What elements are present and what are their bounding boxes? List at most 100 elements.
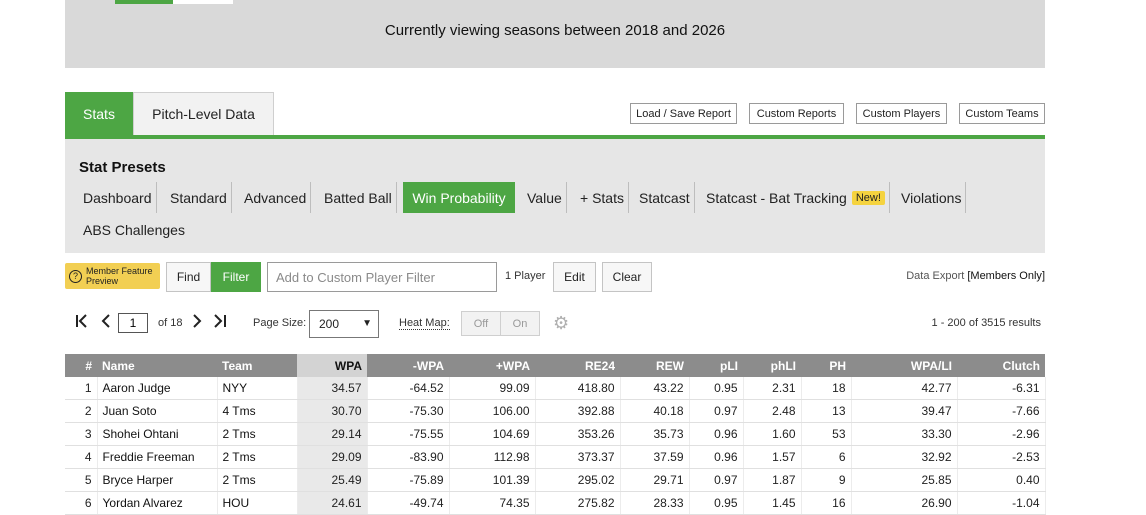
custom-player-filter-input[interactable] — [267, 262, 497, 292]
stats-table: # Name Team WPA -WPA +WPA RE24 REW pLI p… — [65, 354, 1046, 515]
col-header-wpa[interactable]: WPA — [297, 354, 367, 377]
cell-plus-wpa: 104.69 — [449, 422, 536, 446]
table-row[interactable]: 4 Freddie Freeman 2 Tms 29.09 -83.90 112.98 37… — [65, 445, 1046, 469]
current-page-input[interactable] — [118, 313, 148, 333]
data-export: Data Export [Members Only] — [906, 270, 1045, 282]
help-icon: ? — [69, 269, 82, 283]
cell-wpa-li: 33.30 — [851, 422, 958, 446]
col-header-rew[interactable]: REW — [620, 354, 689, 377]
col-header-rank[interactable]: # — [65, 354, 97, 377]
col-header-ph[interactable]: PH — [801, 354, 851, 377]
cell-phli: 1.57 — [743, 445, 802, 469]
preset-violations[interactable]: Violations — [897, 182, 967, 213]
cell-re24: 353.26 — [535, 422, 621, 446]
cell-pli: 0.97 — [689, 468, 744, 492]
cell-ph: 9 — [801, 468, 852, 492]
cell-name[interactable]: Bryce Harper — [97, 468, 218, 492]
clear-button[interactable]: Clear — [602, 262, 652, 292]
preset-standard[interactable]: Standard — [166, 182, 232, 213]
heat-map-on-button[interactable]: On — [500, 311, 540, 336]
tab-stats[interactable]: Stats — [65, 92, 133, 135]
season-range-text: Currently viewing seasons between 2018 a… — [384, 22, 726, 39]
members-only-link[interactable]: Members Only — [970, 270, 1042, 282]
table-row[interactable]: 6 Yordan Alvarez HOU 24.61 -49.74 74.35 275.82… — [65, 491, 1046, 515]
edit-button[interactable]: Edit — [553, 262, 596, 292]
banner-tab-inactive[interactable] — [173, 0, 233, 4]
cell-wpa-li: 25.85 — [851, 468, 958, 492]
member-feature-preview-text: Member Feature Preview — [86, 266, 153, 286]
custom-players-button[interactable]: Custom Players — [856, 103, 947, 124]
preset-statcast-bat-tracking[interactable]: Statcast - Bat Tracking New! — [702, 182, 890, 213]
cell-rew: 29.71 — [620, 468, 690, 492]
member-feature-preview-badge[interactable]: ? Member Feature Preview — [65, 263, 160, 289]
col-header-re24[interactable]: RE24 — [535, 354, 620, 377]
custom-reports-button[interactable]: Custom Reports — [749, 103, 844, 124]
cell-rew: 28.33 — [620, 491, 690, 515]
col-header-pli[interactable]: pLI — [689, 354, 743, 377]
cell-name[interactable]: Aaron Judge — [97, 377, 218, 400]
cell-wpa: 30.70 — [297, 399, 368, 423]
table-row[interactable]: 3 Shohei Ohtani 2 Tms 29.14 -75.55 104.69 353.… — [65, 422, 1046, 446]
prev-page-icon[interactable] — [100, 313, 112, 334]
season-banner: Currently viewing seasons between 2018 a… — [65, 0, 1045, 68]
cell-team[interactable]: NYY — [217, 377, 298, 400]
col-header-wpa-li[interactable]: WPA/LI — [851, 354, 957, 377]
member-badge-line2: Preview — [86, 276, 119, 286]
custom-teams-button[interactable]: Custom Teams — [959, 103, 1045, 124]
first-page-icon[interactable] — [75, 313, 89, 334]
preset-statcast[interactable]: Statcast — [635, 182, 695, 213]
find-button[interactable]: Find — [166, 262, 211, 292]
table-row[interactable]: 1 Aaron Judge NYY 34.57 -64.52 99.09 418.80 43.… — [65, 377, 1046, 400]
cell-phli: 1.60 — [743, 422, 802, 446]
cell-name[interactable]: Shohei Ohtani — [97, 422, 218, 446]
preset-advanced[interactable]: Advanced — [240, 182, 312, 213]
data-export-label: Data Export — [906, 270, 968, 282]
cell-name[interactable]: Yordan Alvarez — [97, 491, 218, 515]
col-header-phli[interactable]: phLI — [743, 354, 801, 377]
filter-button[interactable]: Filter — [211, 262, 261, 292]
cell-team[interactable]: 4 Tms — [217, 399, 298, 423]
next-page-icon[interactable] — [191, 313, 203, 334]
cell-pli: 0.95 — [689, 377, 744, 400]
cell-team[interactable]: 2 Tms — [217, 445, 298, 469]
cell-minus-wpa: -75.89 — [367, 468, 450, 492]
banner-tab-active[interactable] — [115, 0, 173, 4]
cell-team[interactable]: 2 Tms — [217, 468, 298, 492]
cell-wpa-li: 39.47 — [851, 399, 958, 423]
col-header-team[interactable]: Team — [217, 354, 297, 377]
cell-team[interactable]: HOU — [217, 491, 298, 515]
cell-phli: 2.48 — [743, 399, 802, 423]
col-header-minus-wpa[interactable]: -WPA — [367, 354, 449, 377]
preset-batted-ball[interactable]: Batted Ball — [320, 182, 397, 213]
cell-pli: 0.96 — [689, 422, 744, 446]
cell-re24: 373.37 — [535, 445, 621, 469]
last-page-icon[interactable] — [212, 313, 228, 334]
page-size-select[interactable]: 200 ▼ — [309, 310, 379, 338]
preset-value[interactable]: Value — [523, 182, 567, 213]
page-size-value: 200 — [319, 317, 340, 331]
col-header-name[interactable]: Name — [97, 354, 217, 377]
preset-abs-challenges[interactable]: ABS Challenges — [79, 214, 189, 245]
heat-map-off-button[interactable]: Off — [461, 311, 501, 336]
cell-minus-wpa: -75.55 — [367, 422, 450, 446]
new-badge: New! — [851, 190, 885, 205]
cell-name[interactable]: Juan Soto — [97, 399, 218, 423]
gear-icon[interactable]: ⚙ — [553, 313, 569, 334]
cell-wpa: 25.49 — [297, 468, 368, 492]
page-size-label: Page Size: — [253, 317, 307, 329]
col-header-plus-wpa[interactable]: +WPA — [449, 354, 535, 377]
cell-ph: 53 — [801, 422, 852, 446]
cell-name[interactable]: Freddie Freeman — [97, 445, 218, 469]
cell-team[interactable]: 2 Tms — [217, 422, 298, 446]
table-row[interactable]: 2 Juan Soto 4 Tms 30.70 -75.30 106.00 392.88 40… — [65, 399, 1046, 423]
cell-rank: 3 — [65, 422, 98, 446]
preset-win-probability[interactable]: Win Probability — [403, 182, 515, 213]
preset-dashboard[interactable]: Dashboard — [79, 182, 157, 213]
preset-plus-stats[interactable]: + Stats — [576, 182, 629, 213]
load-save-report-button[interactable]: Load / Save Report — [630, 103, 737, 124]
col-header-clutch[interactable]: Clutch — [957, 354, 1045, 377]
table-row[interactable]: 5 Bryce Harper 2 Tms 25.49 -75.89 101.39 295.0… — [65, 468, 1046, 492]
tab-pitch-level-data[interactable]: Pitch-Level Data — [133, 92, 274, 135]
cell-clutch: -1.04 — [957, 491, 1046, 515]
cell-pli: 0.95 — [689, 491, 744, 515]
